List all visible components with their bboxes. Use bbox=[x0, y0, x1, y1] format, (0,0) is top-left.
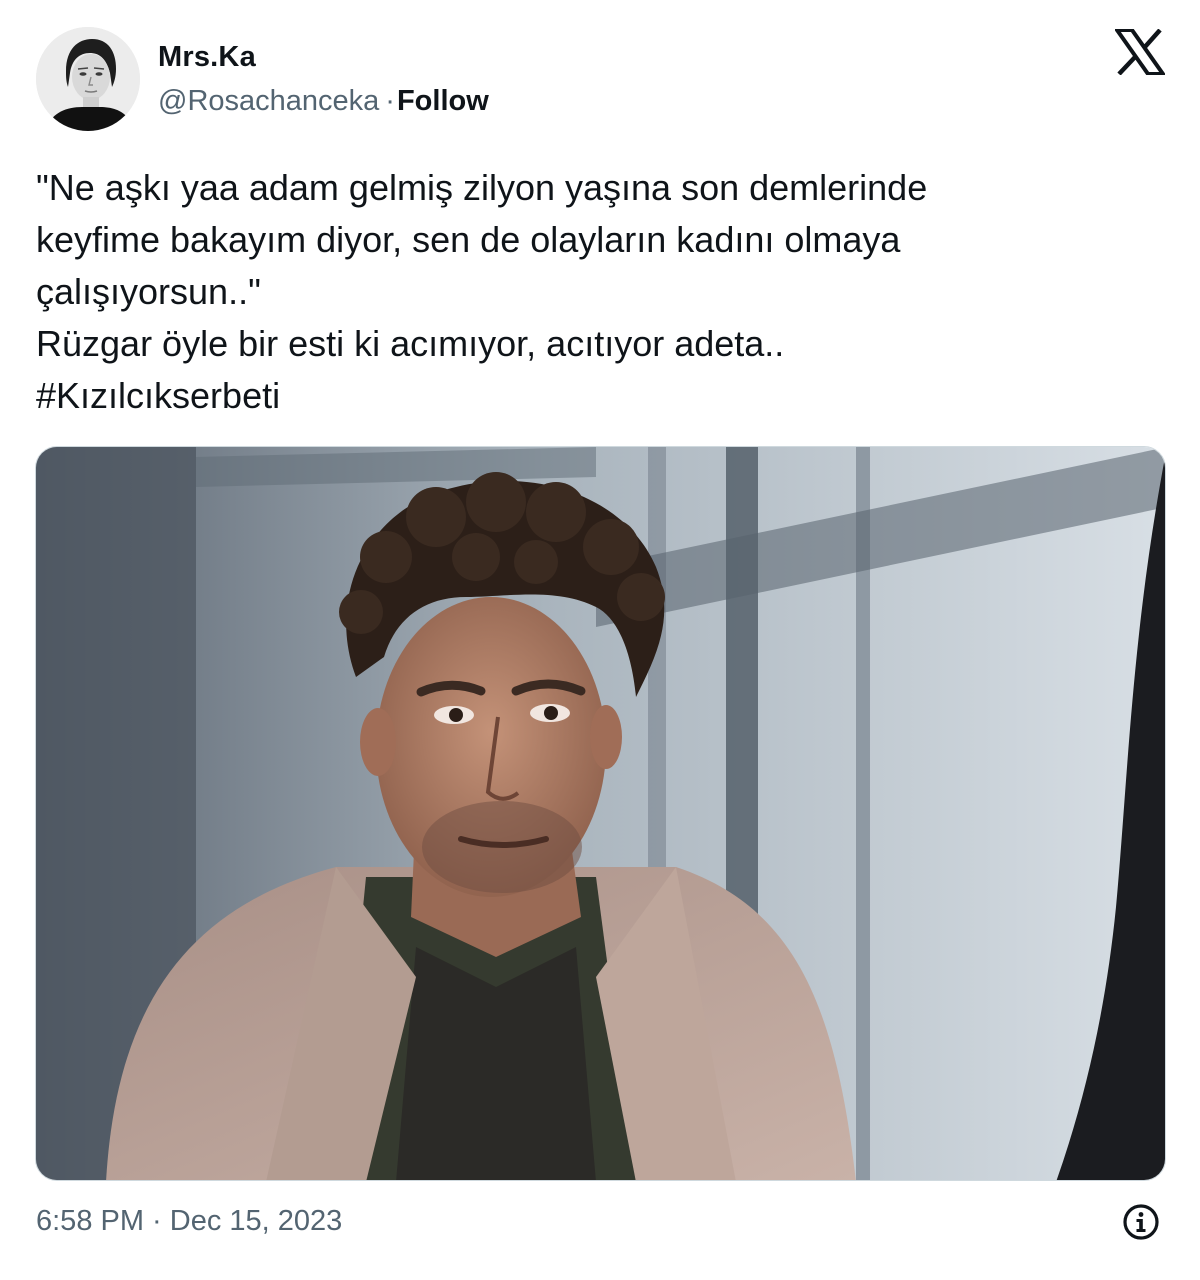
hashtag-link[interactable]: #Kızılcıkserbeti bbox=[36, 370, 1156, 422]
tweet-text-line: "Ne aşkı yaa adam gelmiş zilyon yaşına s… bbox=[36, 167, 928, 208]
tweet-timestamp[interactable]: 6:58 PM · Dec 15, 2023 bbox=[36, 1204, 342, 1238]
info-icon[interactable] bbox=[1122, 1203, 1160, 1241]
tweet-text-line: keyfime bakayım diyor, sen de olayların … bbox=[36, 219, 901, 260]
x-logo-icon[interactable] bbox=[1113, 28, 1167, 76]
avatar[interactable] bbox=[36, 27, 140, 131]
tweet-text: "Ne aşkı yaa adam gelmiş zilyon yaşına s… bbox=[36, 162, 1156, 422]
tweet-text-line: çalışıyorsun.." bbox=[36, 271, 261, 312]
tweet-card: Mrs.Ka @Rosachanceka ·Follow "Ne aşkı yaa… bbox=[0, 0, 1200, 1280]
user-handle[interactable]: @Rosachanceka bbox=[158, 85, 379, 117]
display-name[interactable]: Mrs.Ka bbox=[158, 40, 256, 74]
author-meta: @Rosachanceka ·Follow bbox=[158, 84, 489, 118]
follow-button[interactable]: Follow bbox=[397, 85, 489, 117]
tweet-text-line: Rüzgar öyle bir esti ki acımıyor, acıtıy… bbox=[36, 323, 785, 364]
tweet-media-image[interactable] bbox=[35, 446, 1166, 1181]
meta-separator: · bbox=[385, 85, 395, 117]
